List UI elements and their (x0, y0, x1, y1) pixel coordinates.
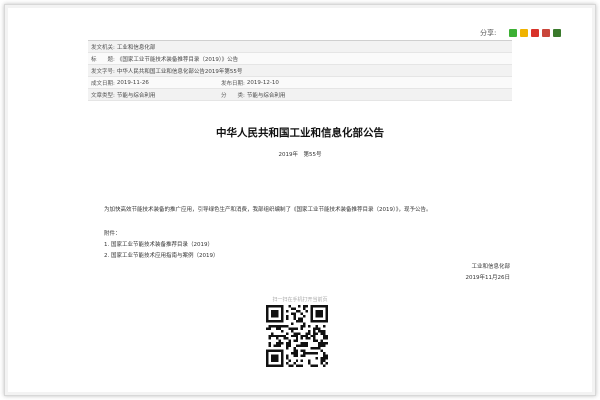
meta-value: 2019-11-26 (116, 79, 149, 86)
wechat-share-icon[interactable] (509, 29, 518, 37)
meta-row-category: 文章类型: 节能与综合利用 分 类: 节能与综合利用 (88, 89, 512, 101)
meta-row-docno: 发文字号: 中华人民共和国工业和信息化部公告2019年第55号 (88, 65, 512, 77)
document-number: 2019年 第55号 (278, 152, 322, 158)
qr-code (266, 305, 328, 367)
meta-label: 发布日期: (221, 80, 245, 87)
meta-cell: 分 类: 节能与综合利用 (218, 91, 285, 99)
attachments-label: 附件： (104, 231, 121, 237)
attachment-link[interactable]: 2. 国家工业节能技术应用指南与案例（2019） (104, 251, 219, 262)
renren-share-icon[interactable] (542, 29, 551, 37)
meta-row-dates: 成文日期: 2019-11-26 发布日期: 2019-12-10 (88, 77, 512, 89)
meta-value: 2019-12-10 (246, 79, 279, 86)
meta-label: 发文机关: (91, 44, 115, 51)
meta-label: 发文字号: (91, 68, 115, 75)
meta-label: 标 题: (91, 56, 115, 63)
qr-caption: 扫一扫在手机打开当前页 (272, 297, 328, 303)
meta-value: 中华人民共和国工业和信息化部公告2019年第55号 (116, 68, 243, 75)
signature-block: 工业和信息化部 2019年11月26日 (466, 262, 511, 284)
document-title: 中华人民共和国工业和信息化部公告 (216, 127, 384, 139)
meta-label: 成文日期: (91, 80, 115, 87)
meta-label: 文章类型: (91, 92, 115, 99)
share-label: 分享: (480, 29, 497, 37)
weibo-share-icon[interactable] (531, 29, 540, 37)
meta-value: 工业和信息化部 (116, 44, 156, 51)
qzone-share-icon[interactable] (520, 29, 529, 37)
sign-date: 2019年11月26日 (465, 275, 511, 281)
meta-cell: 文章类型: 节能与综合利用 (88, 91, 218, 99)
douban-share-icon[interactable] (553, 29, 562, 37)
attachment-link[interactable]: 1. 国家工业节能技术装备推荐目录（2019） (104, 240, 219, 251)
signer: 工业和信息化部 (471, 264, 510, 270)
meta-value: 《国家工业节能技术装备推荐目录（2019）》公告 (116, 56, 239, 63)
meta-value: 节能与综合利用 (246, 92, 286, 99)
attachments: 附件： 1. 国家工业节能技术装备推荐目录（2019） 2. 国家工业节能技术应… (104, 229, 219, 262)
meta-cell: 发布日期: 2019-12-10 (218, 79, 279, 87)
meta-value: 节能与综合利用 (116, 92, 156, 99)
meta-row-issuer: 发文机关: 工业和信息化部 (88, 41, 512, 53)
share-bar: 分享: (480, 28, 562, 38)
meta-row-title: 标 题: 《国家工业节能技术装备推荐目录（2019）》公告 (88, 53, 512, 65)
meta-label: 分 类: (221, 92, 245, 99)
document-body: 为加快高效节能技术装备的推广应用，引导绿色生产和消费，我部组织编制了《国家工业节… (104, 207, 432, 213)
meta-cell: 成文日期: 2019-11-26 (88, 79, 218, 87)
document-metadata-table: 发文机关: 工业和信息化部 标 题: 《国家工业节能技术装备推荐目录（2019）… (88, 40, 512, 101)
